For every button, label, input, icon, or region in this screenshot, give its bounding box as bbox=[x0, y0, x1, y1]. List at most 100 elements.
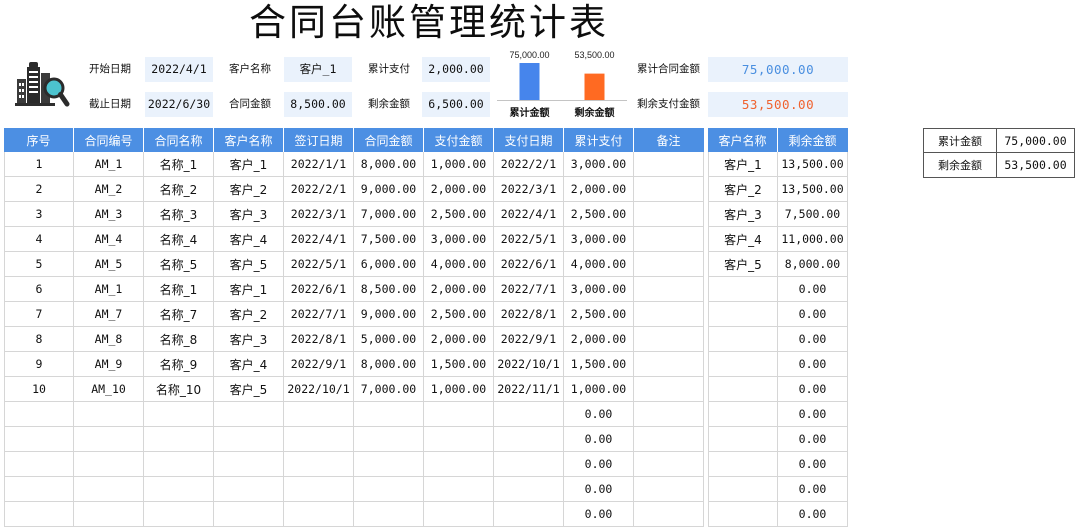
ledger-cell-contract-name[interactable]: 名称_7 bbox=[144, 302, 214, 327]
ledger-cell-payment-date[interactable] bbox=[494, 402, 564, 427]
ledger-cell-cumulative-paid[interactable]: 2,500.00 bbox=[564, 202, 634, 227]
ledger-cell-sign-date[interactable]: 2022/2/1 bbox=[284, 177, 354, 202]
ledger-cell-payment-date[interactable] bbox=[494, 452, 564, 477]
ledger-cell-payment-amount[interactable]: 2,000.00 bbox=[424, 327, 494, 352]
ledger-cell-sign-date[interactable]: 2022/3/1 bbox=[284, 202, 354, 227]
ledger-cell-sign-date[interactable] bbox=[284, 477, 354, 502]
ledger-cell-contract-no[interactable]: AM_2 bbox=[74, 177, 144, 202]
ledger-cell-serial[interactable] bbox=[4, 452, 74, 477]
ledger-cell-remark[interactable] bbox=[634, 502, 704, 527]
ledger-cell-payment-amount[interactable]: 4,000.00 bbox=[424, 252, 494, 277]
ledger-cell-payment-date[interactable] bbox=[494, 427, 564, 452]
ledger-cell-cumulative-paid[interactable]: 4,000.00 bbox=[564, 252, 634, 277]
ledger-cell-serial[interactable]: 7 bbox=[4, 302, 74, 327]
ledger-cell-contract-name[interactable]: 名称_1 bbox=[144, 277, 214, 302]
ledger-cell-contract-no[interactable]: AM_1 bbox=[74, 152, 144, 177]
ledger-cell-contract-no[interactable] bbox=[74, 452, 144, 477]
ledger-cell-contract-amount[interactable] bbox=[354, 452, 424, 477]
ledger-cell-sign-date[interactable]: 2022/6/1 bbox=[284, 277, 354, 302]
ledger-cell-contract-amount[interactable]: 8,500.00 bbox=[354, 277, 424, 302]
ledger-cell-contract-no[interactable]: AM_1 bbox=[74, 277, 144, 302]
ledger-cell-cumulative-paid[interactable]: 2,000.00 bbox=[564, 177, 634, 202]
ledger-cell-contract-no[interactable]: AM_8 bbox=[74, 327, 144, 352]
start-date-field[interactable]: 2022/4/1 bbox=[145, 57, 213, 82]
ledger-cell-contract-name[interactable]: 名称_1 bbox=[144, 152, 214, 177]
ledger-cell-customer-name[interactable]: 客户_5 bbox=[214, 252, 284, 277]
ledger-cell-cumulative-paid[interactable]: 0.00 bbox=[564, 402, 634, 427]
ledger-cell-cumulative-paid[interactable]: 2,500.00 bbox=[564, 302, 634, 327]
ledger-cell-payment-date[interactable]: 2022/11/1 bbox=[494, 377, 564, 402]
ledger-cell-payment-amount[interactable] bbox=[424, 477, 494, 502]
ledger-cell-payment-date[interactable]: 2022/8/1 bbox=[494, 302, 564, 327]
ledger-cell-contract-amount[interactable]: 7,500.00 bbox=[354, 227, 424, 252]
ledger-cell-remark[interactable] bbox=[634, 152, 704, 177]
ledger-cell-serial[interactable] bbox=[4, 402, 74, 427]
ledger-cell-contract-amount[interactable]: 6,000.00 bbox=[354, 252, 424, 277]
ledger-cell-contract-no[interactable]: AM_10 bbox=[74, 377, 144, 402]
ledger-cell-remark[interactable] bbox=[634, 477, 704, 502]
ledger-cell-sign-date[interactable]: 2022/9/1 bbox=[284, 352, 354, 377]
ledger-cell-customer-name[interactable]: 客户_1 bbox=[214, 277, 284, 302]
ledger-cell-contract-no[interactable]: AM_5 bbox=[74, 252, 144, 277]
ledger-cell-sign-date[interactable] bbox=[284, 502, 354, 527]
ledger-cell-contract-name[interactable]: 名称_10 bbox=[144, 377, 214, 402]
ledger-cell-contract-name[interactable] bbox=[144, 477, 214, 502]
ledger-cell-remark[interactable] bbox=[634, 227, 704, 252]
ledger-cell-payment-date[interactable] bbox=[494, 502, 564, 527]
ledger-cell-remark[interactable] bbox=[634, 202, 704, 227]
ledger-cell-contract-amount[interactable]: 5,000.00 bbox=[354, 327, 424, 352]
ledger-cell-payment-amount[interactable]: 2,500.00 bbox=[424, 202, 494, 227]
ledger-cell-cumulative-paid[interactable]: 0.00 bbox=[564, 502, 634, 527]
ledger-cell-contract-no[interactable] bbox=[74, 477, 144, 502]
ledger-cell-serial[interactable]: 4 bbox=[4, 227, 74, 252]
ledger-cell-serial[interactable]: 9 bbox=[4, 352, 74, 377]
ledger-cell-serial[interactable]: 8 bbox=[4, 327, 74, 352]
ledger-cell-serial[interactable]: 2 bbox=[4, 177, 74, 202]
ledger-cell-remark[interactable] bbox=[634, 327, 704, 352]
ledger-cell-sign-date[interactable]: 2022/8/1 bbox=[284, 327, 354, 352]
ledger-cell-contract-name[interactable]: 名称_5 bbox=[144, 252, 214, 277]
ledger-cell-payment-amount[interactable]: 2,500.00 bbox=[424, 302, 494, 327]
ledger-cell-cumulative-paid[interactable]: 0.00 bbox=[564, 477, 634, 502]
ledger-cell-serial[interactable]: 5 bbox=[4, 252, 74, 277]
ledger-cell-serial[interactable]: 10 bbox=[4, 377, 74, 402]
ledger-cell-payment-amount[interactable]: 2,000.00 bbox=[424, 177, 494, 202]
ledger-cell-payment-date[interactable]: 2022/4/1 bbox=[494, 202, 564, 227]
ledger-cell-contract-no[interactable]: AM_7 bbox=[74, 302, 144, 327]
ledger-cell-contract-name[interactable]: 名称_8 bbox=[144, 327, 214, 352]
ledger-cell-cumulative-paid[interactable]: 3,000.00 bbox=[564, 277, 634, 302]
ledger-cell-serial[interactable] bbox=[4, 502, 74, 527]
ledger-cell-contract-no[interactable] bbox=[74, 502, 144, 527]
ledger-cell-sign-date[interactable]: 2022/5/1 bbox=[284, 252, 354, 277]
ledger-cell-remark[interactable] bbox=[634, 377, 704, 402]
ledger-cell-contract-amount[interactable] bbox=[354, 402, 424, 427]
ledger-cell-contract-no[interactable] bbox=[74, 427, 144, 452]
ledger-cell-payment-date[interactable]: 2022/10/1 bbox=[494, 352, 564, 377]
ledger-cell-payment-amount[interactable] bbox=[424, 502, 494, 527]
ledger-cell-payment-amount[interactable] bbox=[424, 427, 494, 452]
ledger-cell-serial[interactable]: 3 bbox=[4, 202, 74, 227]
ledger-cell-contract-name[interactable]: 名称_3 bbox=[144, 202, 214, 227]
customer-name-field[interactable]: 客户_1 bbox=[284, 57, 352, 82]
ledger-cell-serial[interactable] bbox=[4, 427, 74, 452]
ledger-cell-payment-date[interactable]: 2022/7/1 bbox=[494, 277, 564, 302]
ledger-cell-customer-name[interactable] bbox=[214, 477, 284, 502]
ledger-cell-contract-no[interactable]: AM_4 bbox=[74, 227, 144, 252]
ledger-cell-contract-name[interactable] bbox=[144, 452, 214, 477]
ledger-cell-remark[interactable] bbox=[634, 177, 704, 202]
ledger-cell-remark[interactable] bbox=[634, 302, 704, 327]
ledger-cell-contract-no[interactable]: AM_9 bbox=[74, 352, 144, 377]
ledger-cell-customer-name[interactable] bbox=[214, 452, 284, 477]
ledger-cell-payment-date[interactable]: 2022/3/1 bbox=[494, 177, 564, 202]
ledger-cell-contract-amount[interactable] bbox=[354, 502, 424, 527]
ledger-cell-contract-amount[interactable]: 8,000.00 bbox=[354, 152, 424, 177]
ledger-cell-remark[interactable] bbox=[634, 252, 704, 277]
ledger-cell-cumulative-paid[interactable]: 3,000.00 bbox=[564, 227, 634, 252]
ledger-cell-contract-amount[interactable] bbox=[354, 427, 424, 452]
ledger-cell-serial[interactable]: 6 bbox=[4, 277, 74, 302]
ledger-cell-contract-name[interactable] bbox=[144, 402, 214, 427]
ledger-cell-sign-date[interactable]: 2022/1/1 bbox=[284, 152, 354, 177]
ledger-cell-customer-name[interactable]: 客户_3 bbox=[214, 202, 284, 227]
ledger-cell-sign-date[interactable]: 2022/10/1 bbox=[284, 377, 354, 402]
ledger-cell-sign-date[interactable] bbox=[284, 427, 354, 452]
